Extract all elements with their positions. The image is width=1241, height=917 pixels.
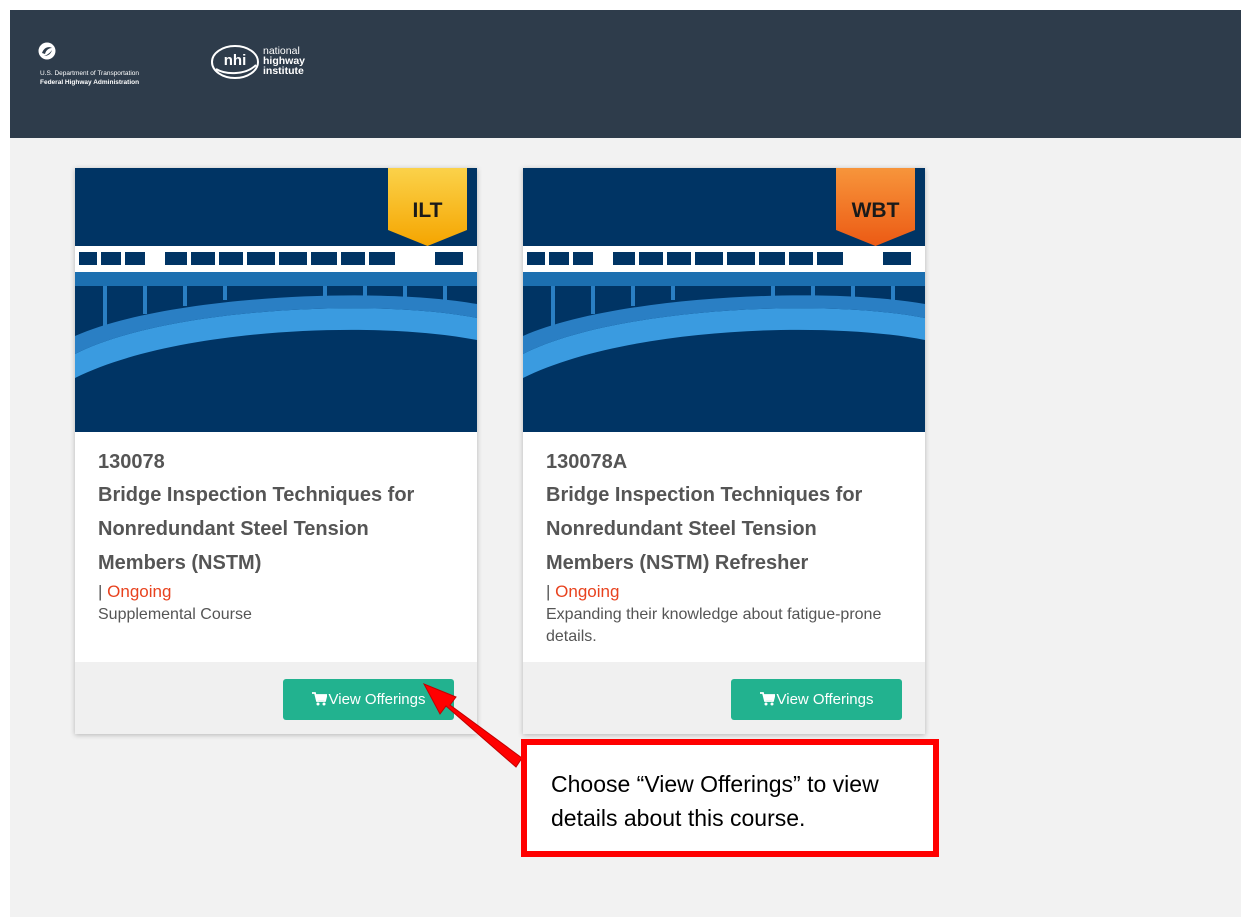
nhi-logo-icon: nhi xyxy=(211,45,259,79)
course-title[interactable]: Bridge Inspection Techniques for Nonredu… xyxy=(98,478,458,580)
nhi-mark: nhi xyxy=(224,52,247,69)
annotation-callout: Choose “View Offerings” to view details … xyxy=(521,739,939,857)
nhi-logo-text: national highway institute xyxy=(263,46,305,77)
card-body: 130078A Bridge Inspection Techniques for… xyxy=(546,450,906,648)
status-ongoing: Ongoing xyxy=(107,582,172,601)
course-title[interactable]: Bridge Inspection Techniques for Nonredu… xyxy=(546,478,906,580)
page: U.S. Department of Transportation Federa… xyxy=(10,10,1241,917)
course-status: | Ongoing xyxy=(98,582,458,602)
badge-label: WBT xyxy=(851,199,900,222)
status-ongoing: Ongoing xyxy=(555,582,620,601)
badge-label: ILT xyxy=(412,199,443,222)
course-description: Expanding their knowledge about fatigue-… xyxy=(546,606,882,645)
card-body: 130078 Bridge Inspection Techniques for … xyxy=(98,450,458,626)
course-number: 130078 xyxy=(98,451,165,473)
dot-logo-text: U.S. Department of Transportation Federa… xyxy=(40,69,139,87)
course-description: Supplemental Course xyxy=(98,606,252,623)
dot-department: U.S. Department of Transportation xyxy=(40,70,139,77)
course-card: WBT 130078A Bridge Inspection Techniques… xyxy=(523,168,925,734)
course-card: ILT 130078 Bridge Inspection Techniques … xyxy=(75,168,477,734)
site-header: U.S. Department of Transportation Federa… xyxy=(10,10,1241,138)
cart-icon xyxy=(759,691,775,706)
course-number: 130078A xyxy=(546,451,628,473)
annotation-text: Choose “View Offerings” to view details … xyxy=(551,771,879,831)
view-offerings-button[interactable]: View Offerings xyxy=(731,679,902,720)
dot-logo-icon xyxy=(38,42,56,60)
status-separator: | xyxy=(546,582,556,601)
dot-administration: Federal Highway Administration xyxy=(40,79,140,86)
nhi-line-institute: institute xyxy=(263,65,304,77)
card-footer: View Offerings xyxy=(523,662,925,734)
red-arrow-icon xyxy=(422,683,523,768)
cart-icon xyxy=(311,691,327,706)
view-offerings-label: View Offerings xyxy=(776,691,874,708)
course-status: | Ongoing xyxy=(546,582,906,602)
status-separator: | xyxy=(98,582,108,601)
